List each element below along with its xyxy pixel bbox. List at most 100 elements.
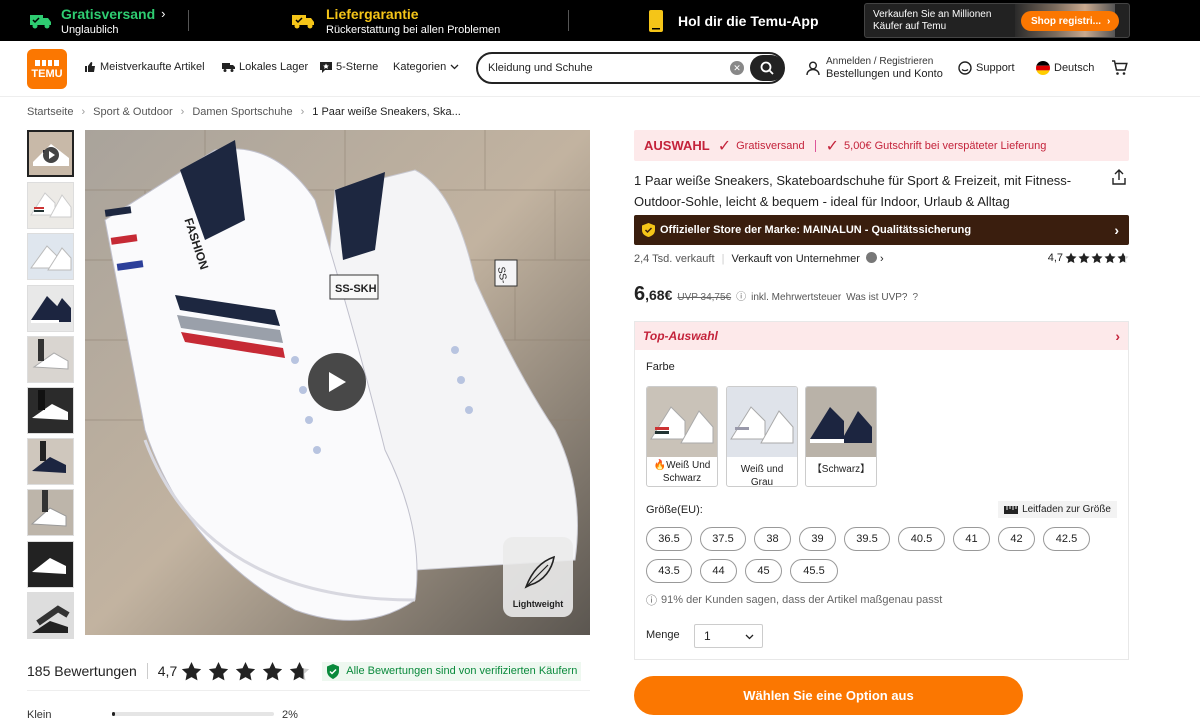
thumbnail-4[interactable] [27, 285, 74, 332]
shop-button-label: Shop registri... [1031, 15, 1102, 27]
top-selection-label: Top-Auswahl [643, 329, 718, 343]
shipping-promo[interactable]: Gratisversand › Unglaublich [30, 0, 166, 41]
fit-label: Klein [27, 709, 52, 721]
size-option[interactable]: 45 [745, 559, 782, 583]
thumbnail-3[interactable] [27, 233, 74, 280]
search-input[interactable] [488, 60, 718, 76]
size-option[interactable]: 39.5 [844, 527, 890, 551]
color-option-white-black[interactable]: 🔥Weiß Und Schwarz [646, 386, 718, 487]
size-option[interactable]: 40.5 [898, 527, 945, 551]
quantity-select[interactable]: 1 [694, 624, 763, 648]
sold-row: 2,4 Tsd. verkauft | Verkauft von Unterne… [634, 252, 1129, 268]
size-option[interactable]: 42.5 [1043, 527, 1090, 551]
nav-bestsellers[interactable]: Meistverkaufte Artikel [84, 61, 205, 73]
price-integer: 6 [634, 283, 646, 305]
account-menu[interactable]: Anmelden / Registrieren Bestellungen und… [806, 55, 943, 81]
share-icon [1112, 169, 1126, 185]
shop-register-button[interactable]: Shop registri... › [1021, 11, 1119, 31]
chevron-right-icon: › [880, 253, 884, 265]
verified-text: Alle Bewertungen sind von verifizierten … [346, 665, 578, 677]
info-icon: ⓘ [736, 292, 747, 303]
main-product-image[interactable]: SS- FASHION SS-SKH Lightweight [85, 130, 590, 635]
select-option-button[interactable]: Wählen Sie eine Option aus [634, 676, 1023, 715]
user-icon [806, 61, 820, 75]
color-label-1: Weiß und Grau [740, 464, 784, 487]
size-option[interactable]: 45.5 [790, 559, 838, 583]
chevron-right-icon: › [161, 6, 166, 21]
color-option-black[interactable]: 【Schwarz】 [805, 386, 877, 487]
thumbnail-10[interactable] [27, 592, 74, 639]
guarantee-sub: Rückerstattung bei allen Problemen [326, 23, 501, 36]
thumbnail-image [28, 337, 73, 382]
local-truck-icon [222, 63, 235, 72]
size-option[interactable]: 39 [799, 527, 836, 551]
breadcrumb-category[interactable]: Damen Sportschuhe [192, 106, 292, 118]
color-label: Farbe [646, 361, 675, 373]
verified-note: Alle Bewertungen sind von verifizierten … [322, 661, 582, 681]
size-option[interactable]: 37.5 [700, 527, 746, 551]
shipping-title: Gratisversand [61, 5, 156, 22]
globe-icon [865, 252, 877, 263]
size-option[interactable]: 42 [998, 527, 1035, 551]
nav-five-star[interactable]: 5-Sterne [320, 61, 378, 73]
price-row: 6 ,68€ UVP 34,75€ ⓘ inkl. Mehrwertsteuer… [634, 283, 918, 309]
thumbnail-2[interactable] [27, 182, 74, 229]
thumbnail-6[interactable] [27, 387, 74, 434]
color-option-white-grey[interactable]: Weiß und Grau [726, 386, 798, 487]
star-icon [1065, 252, 1077, 264]
size-option[interactable]: 41 [953, 527, 990, 551]
clear-search-icon[interactable]: ✕ [730, 61, 744, 75]
chevron-right-icon: › [1115, 328, 1120, 344]
breadcrumb-separator: › [81, 106, 86, 118]
sell-text: Verkaufen Sie an Millionen Käufer auf Te… [873, 9, 992, 32]
official-store-bar[interactable]: Offizieller Store der Marke: MAINALUN - … [634, 215, 1129, 245]
language-selector[interactable]: Deutsch [1036, 61, 1094, 75]
what-uvp-link[interactable]: Was ist UVP? [846, 292, 907, 303]
search-bar: ✕ [476, 52, 785, 84]
selection-banner: AUSWAHL ✓ Gratisversand ✓ 5,00€ Gutschri… [634, 130, 1129, 161]
cart-button[interactable] [1111, 60, 1128, 76]
guarantee-promo[interactable]: Liefergarantie Rückerstattung bei allen … [292, 0, 500, 41]
product-rating[interactable]: 4,7 [1048, 252, 1129, 264]
thumbnail-7[interactable] [27, 438, 74, 485]
search-button[interactable] [750, 55, 784, 81]
seller-link[interactable]: Verkauft von Unternehmer [732, 253, 860, 265]
review-count[interactable]: 185 Bewertungen [27, 663, 137, 679]
size-option[interactable]: 44 [700, 559, 737, 583]
star-icon [1104, 252, 1116, 264]
info-icon: ⓘ [646, 595, 657, 607]
thumbnail-image [28, 183, 73, 228]
share-button[interactable] [1111, 169, 1127, 185]
size-guide-label: Leitfaden zur Größe [1022, 504, 1111, 515]
rating-stars [181, 661, 310, 682]
app-promo[interactable]: Hol dir die Temu-App [648, 0, 819, 41]
shoe-tag-front: SS-SKH [335, 283, 377, 295]
thumbnail-9[interactable] [27, 541, 74, 588]
thumbnail-video[interactable] [27, 130, 74, 177]
nav-local-warehouse[interactable]: Lokales Lager [222, 61, 308, 73]
nav-categories[interactable]: Kategorien [393, 61, 459, 73]
size-option[interactable]: 36.5 [646, 527, 692, 551]
breadcrumb-home[interactable]: Startseite [27, 106, 73, 118]
size-option[interactable]: 38 [754, 527, 791, 551]
chevron-down-icon [450, 64, 459, 70]
top-selection-header[interactable]: Top-Auswahl › [635, 322, 1128, 350]
color-image [727, 387, 797, 457]
play-video-button[interactable] [308, 353, 366, 411]
temu-logo[interactable]: TEMU [27, 49, 67, 89]
nav-bestsellers-label: Meistverkaufte Artikel [100, 61, 205, 73]
product-title: 1 Paar weiße Sneakers, Skateboardschuhe … [634, 173, 1072, 209]
help-icon[interactable]: ? [912, 292, 918, 303]
logo-text: TEMU [31, 68, 63, 80]
color-label-2: 【Schwarz】 [811, 464, 871, 475]
support-link[interactable]: Support [958, 61, 1015, 75]
nav-five-star-label: 5-Sterne [336, 61, 379, 73]
size-guide-link[interactable]: Leitfaden zur Größe [998, 501, 1117, 518]
thumbnail-8[interactable] [27, 489, 74, 536]
size-option[interactable]: 43.5 [646, 559, 692, 583]
breadcrumb-separator: › [180, 106, 185, 118]
play-icon [329, 372, 346, 392]
breadcrumb-sport[interactable]: Sport & Outdoor [93, 106, 173, 118]
fire-icon: 🔥 [653, 460, 667, 471]
thumbnail-5[interactable] [27, 336, 74, 383]
